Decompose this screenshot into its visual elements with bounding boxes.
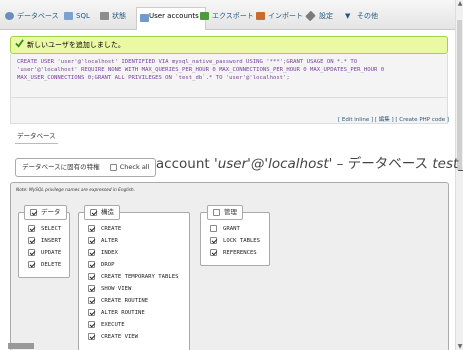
priv-checkbox[interactable] [88,285,95,292]
priv-checkbox[interactable] [88,309,95,316]
priv-checkbox[interactable] [210,249,217,256]
tab-sql[interactable]: SQL [64,8,90,24]
group-admin-checkbox[interactable] [213,208,220,216]
priv-create-temporary-tables[interactable]: CREATE TEMPORARY TABLES [88,273,178,281]
priv-insert[interactable]: INSERT [28,237,61,245]
sql-line: CREATE USER 'user'@'localhost' IDENTIFIE… [17,59,358,65]
breadcrumb[interactable]: データベース [15,130,58,144]
sql-line: MAX_USER_CONNECTIONS 0;GRANT ALL PRIVILE… [17,75,290,81]
database-icon [5,12,14,20]
group-admin-legend[interactable]: 管理 [207,205,243,220]
priv-execute[interactable]: EXECUTE [88,321,125,329]
priv-create[interactable]: CREATE [88,225,121,233]
scrollbar-thumb[interactable] [457,20,462,170]
tab-import[interactable]: インポート [256,8,303,24]
tab-export[interactable]: エクスポート [200,8,254,24]
priv-index[interactable]: INDEX [88,249,118,257]
scroll-down-arrow[interactable]: ▼ [456,343,463,350]
tab-databases[interactable]: データベース [5,8,59,24]
priv-create-view[interactable]: CREATE VIEW [88,333,138,341]
priv-create-routine[interactable]: CREATE ROUTINE [88,297,148,305]
priv-select[interactable]: SELECT [28,225,61,233]
priv-checkbox[interactable] [88,225,95,232]
chevron-down-icon: ▼ [345,12,351,20]
check-icon [15,39,24,48]
priv-checkbox[interactable] [28,225,35,232]
priv-references[interactable]: REFERENCES [210,249,257,257]
priv-checkbox[interactable] [28,249,35,256]
vertical-scrollbar[interactable]: ▲ ▼ [455,0,463,350]
wrench-icon [305,10,316,22]
priv-update[interactable]: UPDATE [28,249,61,257]
scroll-up-arrow[interactable]: ▲ [456,0,463,7]
priv-checkbox[interactable] [88,237,95,244]
priv-alter-routine[interactable]: ALTER ROUTINE [88,309,145,317]
title-db: test_db [432,156,463,172]
priv-checkbox[interactable] [88,249,95,256]
tab-status[interactable]: 状態 [100,8,126,24]
top-menu-tabs: データベース SQL 状態 User accounts エクスポート インポート… [0,0,455,30]
success-notice: 新しいユーザを追加しました。 [10,36,448,54]
check-all-label[interactable]: Check all [120,163,150,171]
tab-more[interactable]: ▼ その他 [345,8,378,24]
sql-action-links[interactable]: [ Edit inline ] [ 編集 ] [ Create PHP code… [338,115,449,123]
sql-line: 'user'@'localhost' REQUIRE NONE WITH MAX… [17,67,385,73]
priv-alter[interactable]: ALTER [88,237,118,245]
tab-user-accounts[interactable]: User accounts [136,7,206,30]
priv-checkbox[interactable] [28,237,35,244]
priv-show-view[interactable]: SHOW VIEW [88,285,131,293]
group-structure-legend[interactable]: 構造 [84,205,120,220]
priv-checkbox[interactable] [88,261,95,268]
priv-grant[interactable]: GRANT [210,225,240,233]
priv-checkbox[interactable] [210,237,217,244]
user-accounts-icon [140,14,149,22]
priv-delete[interactable]: DELETE [28,261,61,269]
title-mid: – データベース [332,156,433,172]
export-icon [200,12,209,20]
sql-query-box: CREATE USER 'user'@'localhost' IDENTIFIE… [10,54,448,98]
privilege-note: Note: MySQL privilege names are expresse… [16,188,136,193]
legend-label: データベースに固有の特権 [22,163,100,171]
status-icon [100,12,109,20]
group-data-legend[interactable]: データ [24,205,67,220]
title-account: 'user'@'localhost' [214,156,333,172]
priv-checkbox[interactable] [210,225,217,232]
sql-icon [64,12,73,20]
group-data-checkbox[interactable] [30,208,37,216]
console-toggle[interactable] [8,343,34,349]
priv-checkbox[interactable] [88,297,95,304]
priv-checkbox[interactable] [28,261,35,268]
import-icon [256,12,265,20]
notice-text: 新しいユーザを追加しました。 [27,41,125,49]
priv-drop[interactable]: DROP [88,261,114,269]
check-all-checkbox[interactable] [109,163,117,171]
tab-settings[interactable]: 設定 [305,8,333,24]
priv-checkbox[interactable] [88,273,95,280]
privileges-legend: データベースに固有の特権 Check all [15,158,157,177]
group-structure-checkbox[interactable] [90,208,97,216]
priv-checkbox[interactable] [88,321,95,328]
priv-checkbox[interactable] [88,333,95,340]
priv-lock-tables[interactable]: LOCK TABLES [210,237,260,245]
